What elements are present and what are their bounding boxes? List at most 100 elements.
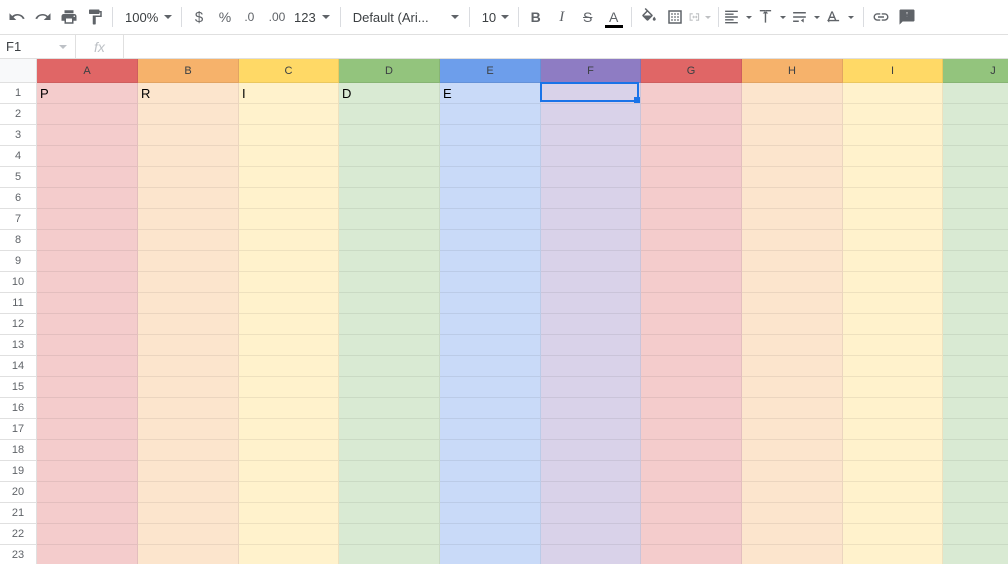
cell[interactable]	[37, 377, 138, 398]
cell[interactable]	[440, 398, 541, 419]
cell[interactable]	[239, 251, 339, 272]
cell[interactable]	[641, 167, 742, 188]
cell[interactable]	[742, 461, 843, 482]
cell[interactable]	[440, 167, 541, 188]
cell[interactable]	[138, 314, 239, 335]
column-header[interactable]: F	[541, 59, 641, 83]
column-header[interactable]: A	[37, 59, 138, 83]
cell[interactable]	[641, 503, 742, 524]
text-rotation-button[interactable]	[825, 4, 859, 30]
formula-input[interactable]	[124, 35, 1008, 58]
cell[interactable]	[641, 398, 742, 419]
cell[interactable]	[641, 524, 742, 545]
cell[interactable]	[339, 188, 440, 209]
bold-button[interactable]: B	[523, 4, 549, 30]
cell[interactable]	[440, 188, 541, 209]
cell[interactable]	[541, 503, 641, 524]
cell[interactable]	[541, 146, 641, 167]
cell[interactable]: D	[339, 83, 440, 104]
cell[interactable]	[943, 272, 1008, 293]
cell[interactable]	[641, 293, 742, 314]
row-header[interactable]: 8	[0, 230, 37, 251]
cell[interactable]	[943, 377, 1008, 398]
cell[interactable]	[440, 377, 541, 398]
cell[interactable]	[239, 398, 339, 419]
cell[interactable]	[138, 440, 239, 461]
cell[interactable]	[138, 335, 239, 356]
cell[interactable]	[541, 188, 641, 209]
cell[interactable]	[440, 230, 541, 251]
cell[interactable]	[541, 482, 641, 503]
cell[interactable]	[943, 83, 1008, 104]
cell[interactable]	[339, 272, 440, 293]
font-select[interactable]: Default (Ari...	[345, 4, 465, 30]
cell[interactable]	[742, 314, 843, 335]
cell[interactable]	[440, 419, 541, 440]
cell[interactable]	[843, 440, 943, 461]
cell[interactable]	[943, 398, 1008, 419]
cell[interactable]	[843, 83, 943, 104]
cell[interactable]	[541, 251, 641, 272]
cell[interactable]	[843, 251, 943, 272]
cell[interactable]	[440, 461, 541, 482]
row-header[interactable]: 5	[0, 167, 37, 188]
cell[interactable]	[742, 230, 843, 251]
cell[interactable]	[239, 104, 339, 125]
cell[interactable]	[37, 272, 138, 293]
cell[interactable]	[37, 314, 138, 335]
cell[interactable]	[239, 461, 339, 482]
text-wrap-button[interactable]	[791, 4, 825, 30]
column-header[interactable]: H	[742, 59, 843, 83]
cell[interactable]	[138, 524, 239, 545]
cell[interactable]	[641, 188, 742, 209]
increase-decimal-button[interactable]: .00	[264, 4, 290, 30]
cell[interactable]	[541, 83, 641, 104]
cell[interactable]	[138, 146, 239, 167]
cell[interactable]	[37, 251, 138, 272]
cell[interactable]	[943, 293, 1008, 314]
cell[interactable]	[37, 419, 138, 440]
cell[interactable]	[339, 398, 440, 419]
cell[interactable]	[138, 230, 239, 251]
cell[interactable]	[440, 272, 541, 293]
cell[interactable]	[339, 440, 440, 461]
italic-button[interactable]: I	[549, 4, 575, 30]
cell[interactable]	[37, 293, 138, 314]
cell[interactable]	[239, 440, 339, 461]
cell[interactable]	[742, 482, 843, 503]
row-header[interactable]: 6	[0, 188, 37, 209]
merge-cells-button[interactable]	[688, 4, 714, 30]
cell[interactable]	[339, 461, 440, 482]
insert-comment-button[interactable]	[894, 4, 920, 30]
cell[interactable]: R	[138, 83, 239, 104]
column-header[interactable]: C	[239, 59, 339, 83]
cell[interactable]	[843, 272, 943, 293]
cell[interactable]	[943, 503, 1008, 524]
cell[interactable]	[239, 125, 339, 146]
horizontal-align-button[interactable]	[723, 4, 757, 30]
row-header[interactable]: 20	[0, 482, 37, 503]
cell[interactable]	[440, 440, 541, 461]
row-header[interactable]: 10	[0, 272, 37, 293]
cell[interactable]	[541, 314, 641, 335]
cell[interactable]	[239, 314, 339, 335]
cell[interactable]	[843, 188, 943, 209]
cell[interactable]	[641, 461, 742, 482]
cell[interactable]	[138, 461, 239, 482]
cell[interactable]	[742, 83, 843, 104]
column-header[interactable]: J	[943, 59, 1008, 83]
cell[interactable]	[943, 209, 1008, 230]
cell[interactable]	[541, 104, 641, 125]
cell[interactable]	[138, 209, 239, 230]
cell[interactable]	[641, 230, 742, 251]
currency-button[interactable]: $	[186, 4, 212, 30]
cell[interactable]	[843, 545, 943, 564]
cell[interactable]	[239, 482, 339, 503]
cell[interactable]	[943, 125, 1008, 146]
row-header[interactable]: 23	[0, 545, 37, 564]
cell[interactable]	[943, 419, 1008, 440]
cell[interactable]	[440, 314, 541, 335]
cell[interactable]	[138, 293, 239, 314]
cell[interactable]	[742, 293, 843, 314]
cell[interactable]	[37, 503, 138, 524]
